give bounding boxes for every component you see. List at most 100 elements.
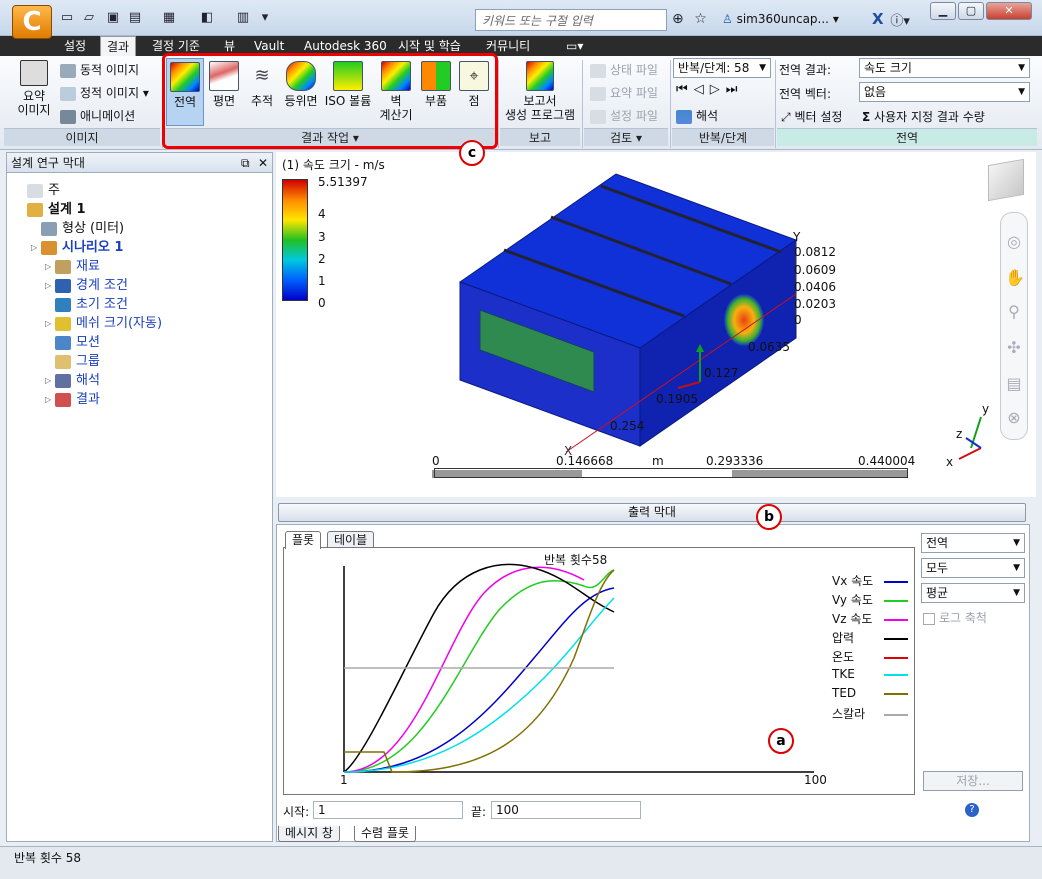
search-input[interactable]: 키워드 또는 구절 입력 [475, 9, 667, 31]
tree-item[interactable]: 설계 1 [17, 198, 86, 217]
global-vector-select[interactable]: 없음 ▼ [859, 82, 1030, 102]
3d-viewport[interactable]: (1) 속도 크기 - m/s 5.51397 4 3 2 1 0 Y 0.08… [276, 152, 1036, 497]
expand-triangle-icon[interactable]: ▷ [45, 281, 55, 290]
image-group-label: 이미지 [4, 128, 160, 146]
series-legend-item: Vy 속도 [832, 591, 908, 608]
output-bar: 플롯 테이블 반복 횟수58 1 100 Vx 속도 Vy 속도 Vz 속도 압력 온도… [276, 524, 1030, 842]
center-icon[interactable]: ⊗ [1005, 409, 1023, 427]
plot-aggregate-select[interactable]: 평균 ▼ [921, 583, 1025, 603]
orbit-icon[interactable]: ✣ [1005, 339, 1023, 357]
view-cube[interactable] [988, 158, 1024, 202]
user-account[interactable]: ♙ sim360uncap... ▾ [722, 12, 839, 26]
tree-item[interactable]: ▷ 경계 조건 [45, 274, 128, 293]
end-input[interactable]: 100 [491, 801, 641, 819]
summary-file-button[interactable]: 요약 파일 [590, 84, 658, 101]
application-menu-button[interactable]: C [12, 5, 52, 39]
favorite-star-icon[interactable]: ☆ [694, 11, 707, 27]
end-label: 끝: [471, 805, 487, 819]
expand-triangle-icon[interactable]: ▷ [45, 376, 55, 385]
global-result-select[interactable]: 속도 크기 ▼ [859, 58, 1030, 78]
float-panel-icon[interactable]: ⧉ [241, 153, 250, 173]
tab-setup[interactable]: 설정 [58, 36, 92, 56]
expand-triangle-icon[interactable]: ▷ [45, 395, 55, 404]
start-input[interactable]: 1 [313, 801, 463, 819]
close-panel-icon[interactable]: ✕ [258, 153, 268, 173]
help-icon[interactable]: ? [965, 803, 979, 817]
properties-icon[interactable]: ▥ [234, 10, 252, 26]
dynamic-image-button[interactable]: 동적 이미지 [60, 61, 139, 78]
help-icon[interactable]: ⓘ▾ [878, 10, 910, 29]
summary-image-button[interactable]: 요약 이미지 [12, 60, 56, 117]
status-file-button[interactable]: 상태 파일 [590, 61, 658, 78]
tree-item-label: 재료 [76, 259, 100, 274]
model-render [432, 173, 982, 478]
iteration-step-select[interactable]: 반복/단계: 58 ▼ [673, 58, 771, 78]
minimize-button[interactable]: ▁ [930, 2, 956, 20]
pan-hand-icon[interactable]: ✋ [1005, 269, 1025, 287]
tab-plot[interactable]: 플롯 [285, 531, 322, 549]
scale-label-3: 0.440004 [858, 454, 916, 468]
settings-file-button[interactable]: 설정 파일 [590, 107, 658, 124]
look-at-icon[interactable]: ▤ [1005, 375, 1023, 393]
expand-triangle-icon[interactable]: ▷ [45, 319, 55, 328]
x-tick: 0.1905 [656, 392, 698, 406]
animation-button[interactable]: 애니메이션 [60, 107, 135, 124]
previous-step-icon[interactable]: ◁ [694, 82, 710, 97]
tree-item-label: 그룹 [76, 354, 100, 369]
status-bar: 반복 횟수 58 [0, 846, 1042, 879]
report-generator-button[interactable]: 보고서 생성 프로그램 [500, 58, 580, 122]
zoom-icon[interactable]: ⚲ [1005, 303, 1023, 321]
tab-convergence-plot[interactable]: 수렴 플롯 [354, 826, 416, 842]
maximize-button[interactable]: ▢ [958, 2, 984, 20]
plot-series-select[interactable]: 모두 ▼ [921, 558, 1025, 578]
select-icon[interactable]: ▦ [160, 10, 178, 26]
triad-x: x [946, 455, 954, 469]
ribbon-options-icon[interactable]: ▭▾ [560, 36, 589, 56]
review-group-label[interactable]: 검토 ▾ [584, 128, 668, 146]
tree-item[interactable]: ▷ 시나리오 1 [31, 236, 123, 255]
tree-item[interactable]: 형상 (미터) [31, 217, 124, 236]
open-folder-icon[interactable]: ▱ [80, 10, 98, 26]
tree-item[interactable]: 초기 조건 [45, 293, 128, 312]
tree-item[interactable]: ▷ 재료 [45, 255, 100, 274]
close-button[interactable]: ✕ [986, 2, 1032, 20]
quick-access-dropdown-icon[interactable]: ▾ [256, 10, 274, 26]
save-all-icon[interactable]: ▤ [126, 10, 144, 26]
static-image-button[interactable]: 정적 이미지 ▾ [60, 84, 149, 101]
tree-item-label: 경계 조건 [76, 278, 128, 293]
callout-b: b [756, 504, 782, 530]
series-name: TED [832, 686, 857, 700]
expand-triangle-icon[interactable]: ▷ [31, 243, 41, 252]
new-file-icon[interactable]: ▭ [58, 10, 76, 26]
expand-triangle-icon[interactable]: ▷ [45, 262, 55, 271]
series-swatch [884, 656, 908, 659]
tree-item[interactable]: 그룹 [45, 350, 100, 369]
tree-item[interactable]: 모션 [45, 331, 100, 350]
series-legend-item: TED [832, 686, 908, 700]
binoculars-icon[interactable]: ⊕ [672, 11, 684, 27]
vector-settings-button[interactable]: ⤢ 벡터 설정 [781, 108, 842, 125]
tree-item[interactable]: ▷ 해석 [45, 369, 100, 388]
series-legend-item: Vz 속도 [832, 610, 908, 627]
save-button[interactable]: 저장... [923, 771, 1023, 791]
tree-item[interactable]: 주 [17, 179, 60, 198]
save-icon[interactable]: ▣ [104, 10, 122, 26]
custom-result-quantity-button[interactable]: Σ 사용자 지정 결과 수량 [862, 108, 985, 125]
plot-scope-select[interactable]: 전역 ▼ [921, 533, 1025, 553]
output-bar-header[interactable]: 출력 막대 [278, 503, 1026, 522]
tree-item[interactable]: ▷ 결과 [45, 388, 100, 407]
tab-message-window[interactable]: 메시지 창 [278, 826, 340, 842]
tree-node-icon [41, 221, 57, 236]
chevron-down-icon: ▼ [1018, 63, 1025, 73]
series-swatch [884, 599, 908, 602]
cube-view-icon[interactable]: ◧ [198, 10, 216, 26]
log-scale-checkbox[interactable]: 로그 축척 [923, 609, 987, 626]
tree-item[interactable]: ▷ 메쉬 크기(자동) [45, 312, 162, 331]
next-step-icon[interactable]: ▷ [710, 82, 726, 97]
dynamic-image-icon [60, 63, 76, 78]
analysis-button[interactable]: 해석 [676, 107, 718, 124]
last-step-icon[interactable]: ⏭ [726, 82, 744, 97]
first-step-icon[interactable]: ⏮ [676, 82, 694, 97]
tab-results[interactable]: 결과 [100, 36, 137, 56]
steering-wheel-icon[interactable]: ◎ [1005, 233, 1023, 251]
